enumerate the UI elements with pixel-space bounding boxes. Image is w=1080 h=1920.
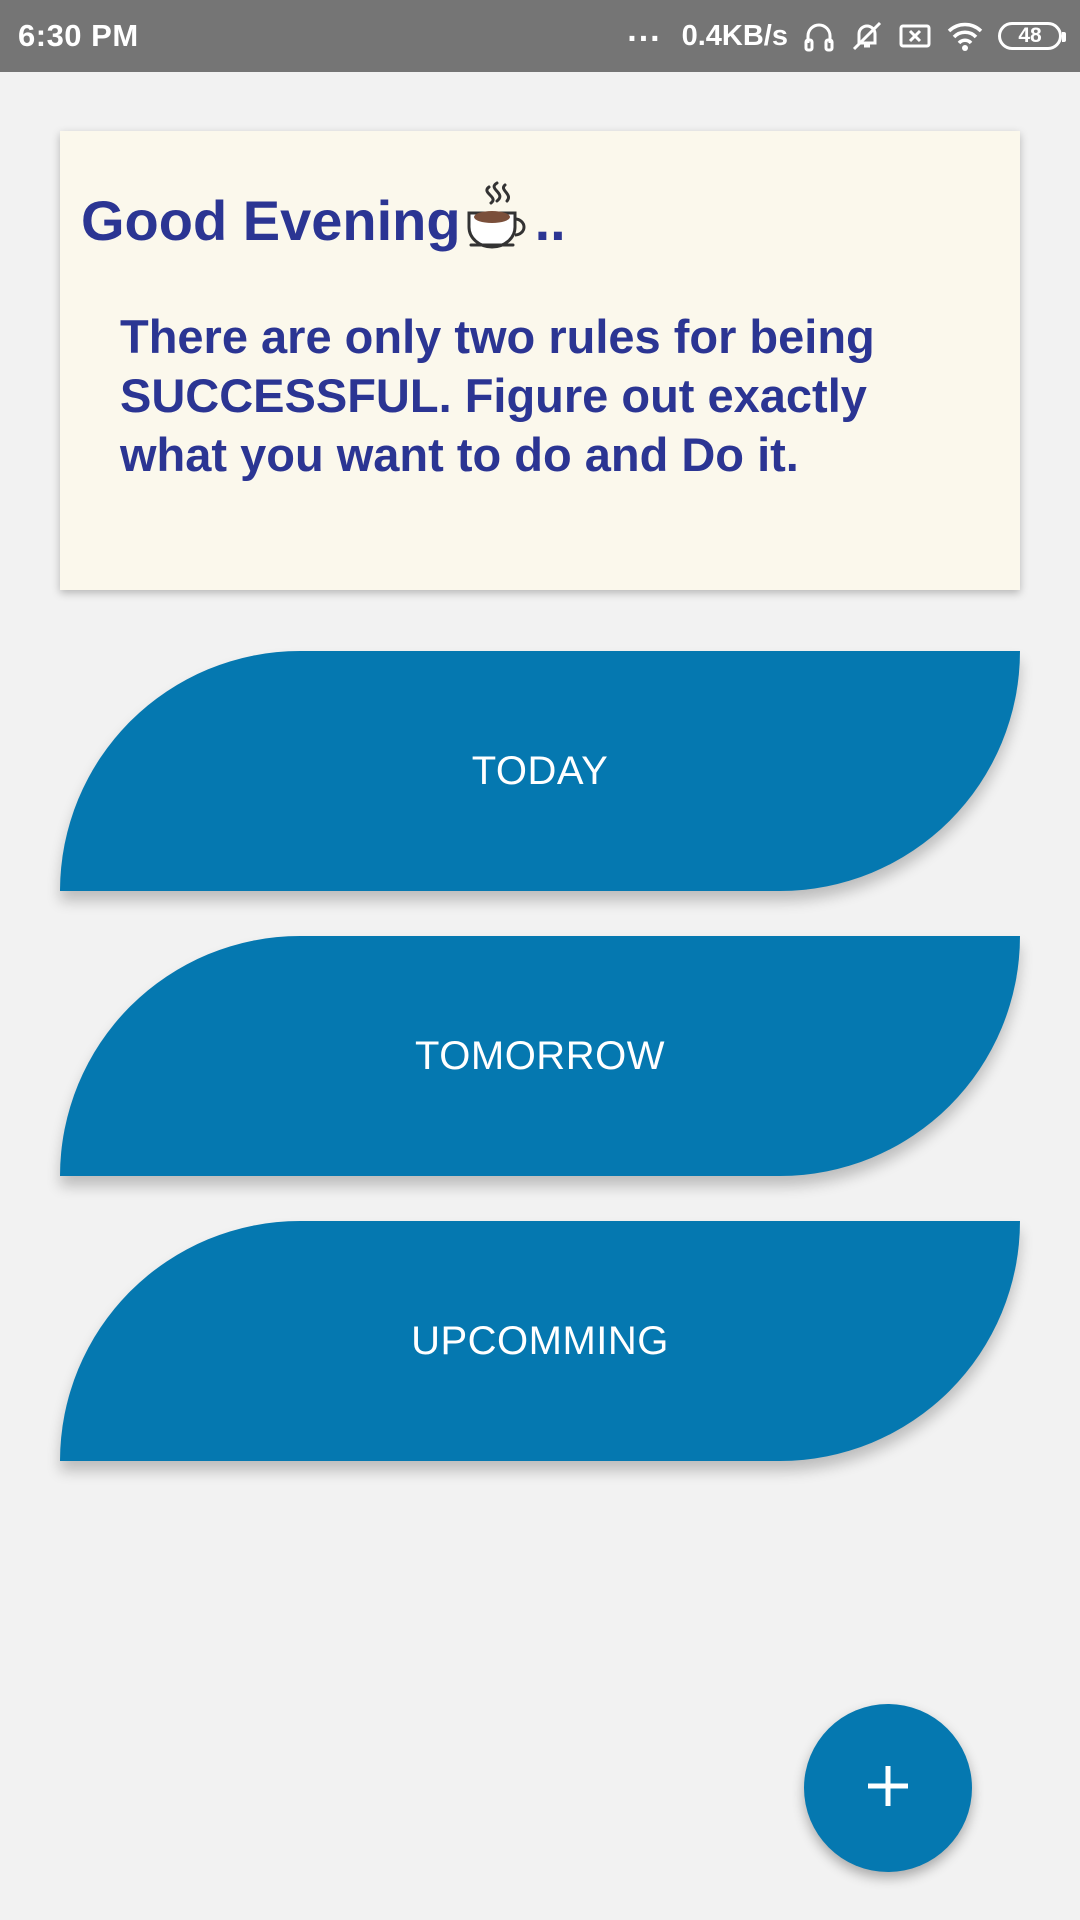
- upcoming-button-label: UPCOMMING: [411, 1318, 669, 1363]
- quote-text: There are only two rules for being SUCCE…: [120, 310, 875, 481]
- today-button[interactable]: TODAY: [60, 651, 1020, 891]
- greeting-heading: Good Evening ..: [81, 179, 566, 253]
- status-time: 6:30 PM: [18, 18, 139, 53]
- mute-vibrate-icon: [850, 19, 884, 53]
- greeting-text: Good Evening: [81, 189, 461, 252]
- battery-level: 48: [1018, 24, 1042, 47]
- sim-error-icon: [898, 19, 932, 53]
- coffee-icon: [463, 179, 533, 253]
- tomorrow-button-label: TOMORROW: [415, 1033, 665, 1078]
- tomorrow-button[interactable]: TOMORROW: [60, 936, 1020, 1176]
- quote-card: Good Evening .. There are only two rules…: [60, 131, 1020, 590]
- wifi-icon: [946, 19, 984, 53]
- headphones-icon: [802, 19, 836, 53]
- greeting-suffix: ..: [534, 189, 566, 252]
- network-speed: 0.4KB/s: [681, 19, 788, 52]
- plus-icon: [864, 1762, 912, 1815]
- upcoming-button[interactable]: UPCOMMING: [60, 1221, 1020, 1461]
- notification-dots: ...: [627, 10, 662, 49]
- today-button-label: TODAY: [471, 748, 609, 793]
- status-icons: ... 0.4KB/s 48: [627, 11, 1066, 56]
- status-bar: 6:30 PM ... 0.4KB/s 48: [0, 0, 1080, 72]
- add-task-button[interactable]: [804, 1704, 972, 1872]
- battery-icon: 48: [998, 22, 1066, 50]
